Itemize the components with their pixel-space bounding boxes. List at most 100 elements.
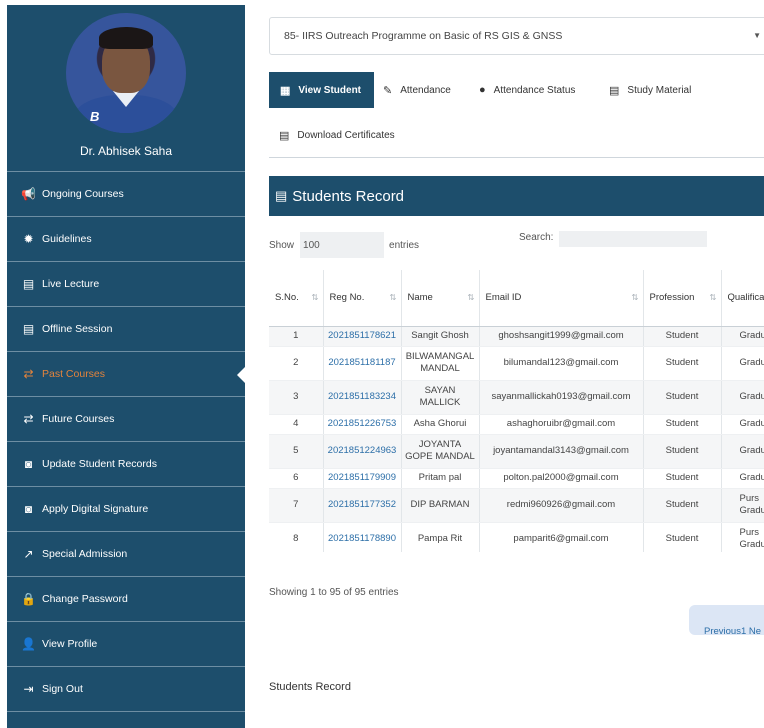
sidebar-item-label: Update Student Records xyxy=(42,458,157,470)
cell-profession: Student xyxy=(643,346,722,381)
column-header-email[interactable]: Email ID ⇅ xyxy=(479,270,644,327)
cell-regno[interactable]: 2021851178621 xyxy=(323,326,402,347)
search-input[interactable] xyxy=(559,231,707,247)
sidebar-item-update-student-records[interactable]: ◙ Update Student Records xyxy=(7,442,245,487)
cell-email: ghoshsangit1999@gmail.com xyxy=(479,326,644,347)
column-header-qualification[interactable]: Qualifica xyxy=(721,270,764,327)
sidebar-item-apply-digital-signature[interactable]: ◙ Apply Digital Signature xyxy=(7,487,245,532)
reg-no-link[interactable]: 2021851224963 xyxy=(328,445,397,456)
reg-no-link[interactable]: 2021851226753 xyxy=(328,418,397,429)
table-row[interactable]: 7 2021851177352 DIP BARMAN redmi960926@gmai… xyxy=(269,488,764,523)
tab-attendance-status[interactable]: ● Attendance Status xyxy=(479,72,575,108)
footer-text: Students Record xyxy=(269,681,351,693)
reg-no-link[interactable]: 2021851178621 xyxy=(328,330,396,341)
tab-label: Attendance Status xyxy=(493,84,576,96)
book-icon: ▤ xyxy=(609,84,620,97)
gear-icon: ✹ xyxy=(23,232,34,246)
column-header-regno[interactable]: Reg No. ⇅ xyxy=(323,270,402,327)
table-row[interactable]: 6 2021851179909 Pritam pal polton.pal2000@g… xyxy=(269,468,764,489)
cell-email: joyantamandal3143@gmail.com xyxy=(479,434,644,469)
cell-regno[interactable]: 2021851178890 xyxy=(323,522,402,557)
cell-profession: Student xyxy=(643,414,722,435)
records-header: ▤ Students Record xyxy=(269,176,764,216)
course-select[interactable]: 85- IIRS Outreach Programme on Basic of … xyxy=(269,17,764,55)
table-row[interactable]: 4 2021851226753 Asha Ghorui ashaghoruibr@gm… xyxy=(269,414,764,435)
chevron-down-icon[interactable]: ▼ xyxy=(753,31,761,40)
reg-no-link[interactable]: 2021851181187 xyxy=(328,357,395,368)
book-icon: ▤ xyxy=(279,129,290,142)
table-row[interactable]: 2 2021851181187 BILWAMANGAL MANDAL bilumand… xyxy=(269,346,764,381)
sidebar-item-label: Change Password xyxy=(42,593,128,605)
column-label: Name xyxy=(407,292,433,304)
cell-regno[interactable]: 2021851177352 xyxy=(323,488,402,523)
column-header-name[interactable]: Name ⇅ xyxy=(401,270,480,327)
sidebar-item-change-password[interactable]: 🔒 Change Password xyxy=(7,577,245,622)
cell-regno[interactable]: 2021851179909 xyxy=(323,468,402,489)
column-header-sno[interactable]: S.No. ⇅ xyxy=(269,270,324,327)
column-header-profession[interactable]: Profession ⇅ xyxy=(643,270,722,327)
sidebar-item-offline-session[interactable]: ▤ Offline Session xyxy=(7,307,245,352)
sidebar-item-view-profile[interactable]: 👤 View Profile xyxy=(7,622,245,667)
table-row[interactable]: 1 2021851178621 Sangit Ghosh ghoshsangit199… xyxy=(269,326,764,347)
pagination-links[interactable]: Previous1 Ne xyxy=(704,626,761,637)
main-content: 85- IIRS Outreach Programme on Basic of … xyxy=(269,0,764,728)
grid-icon: ▦ xyxy=(280,84,291,97)
cell-qualification: Purs Gradu xyxy=(721,522,764,557)
cell-sno: 8 xyxy=(269,522,324,557)
sidebar-item-ongoing-courses[interactable]: 📢 Ongoing Courses xyxy=(7,172,245,217)
cell-email: ashaghoruibr@gmail.com xyxy=(479,414,644,435)
show-entries-value: 100 xyxy=(303,239,320,251)
table-row[interactable]: 5 2021851224963 JOYANTA GOPE MANDAL joyanta… xyxy=(269,434,764,469)
tab-label: Study Material xyxy=(627,84,692,96)
tab-attendance[interactable]: ✎ Attendance xyxy=(383,72,451,108)
sort-icon: ⇅ xyxy=(631,292,639,302)
cell-regno[interactable]: 2021851183234 xyxy=(323,380,402,415)
table-row[interactable]: 3 2021851183234 SAYAN MALLICK sayanmallicka… xyxy=(269,380,764,415)
sidebar-item-label: Sign Out xyxy=(42,683,83,695)
sidebar-item-special-admission[interactable]: ↗ Special Admission xyxy=(7,532,245,577)
reg-no-link[interactable]: 2021851177352 xyxy=(328,499,396,510)
sidebar-item-live-lecture[interactable]: ▤ Live Lecture xyxy=(7,262,245,307)
avatar[interactable]: B xyxy=(66,13,186,133)
cell-qualification: Gradu xyxy=(721,380,764,415)
sort-icon: ⇅ xyxy=(467,292,475,302)
cell-regno[interactable]: 2021851226753 xyxy=(323,414,402,435)
search-label: Search: xyxy=(519,232,554,243)
user-card-icon: ◙ xyxy=(24,502,33,516)
sidebar-item-sign-out[interactable]: ⇥ Sign Out xyxy=(7,667,245,712)
cell-qualification: Purs Gradu xyxy=(721,488,764,523)
profile-panel: B Dr. Abhisek Saha xyxy=(7,5,245,172)
reg-no-link[interactable]: 2021851179909 xyxy=(328,472,396,483)
table-row[interactable]: 8 2021851178890 Pampa Rit pamparit6@gmail.c… xyxy=(269,522,764,557)
tab-view-student[interactable]: ▦ View Student xyxy=(269,72,374,108)
students-table: S.No. ⇅ Reg No. ⇅ Name ⇅ Email ID ⇅ Professi… xyxy=(269,270,764,557)
sort-icon: ⇅ xyxy=(709,292,717,302)
sidebar-item-future-courses[interactable]: ⇄ Future Courses xyxy=(7,397,245,442)
sidebar-item-past-courses[interactable]: ⇄ Past Courses xyxy=(7,352,246,397)
cell-name: SAYAN MALLICK xyxy=(401,380,480,415)
cell-regno[interactable]: 2021851224963 xyxy=(323,434,402,469)
cell-email: bilumandal123@gmail.com xyxy=(479,346,644,381)
length-control: Show 100 entries xyxy=(269,232,419,258)
book-icon: ▤ xyxy=(275,188,288,203)
reg-no-link[interactable]: 2021851183234 xyxy=(328,391,396,402)
column-label: Profession xyxy=(649,292,695,304)
cell-email: sayanmallickah0193@gmail.com xyxy=(479,380,644,415)
sidebar-item-guidelines[interactable]: ✹ Guidelines xyxy=(7,217,245,262)
sidebar-item-label: View Profile xyxy=(42,638,98,650)
sort-icon: ⇅ xyxy=(311,292,319,302)
tab-study-material[interactable]: ▤ Study Material xyxy=(609,72,691,108)
divider xyxy=(269,157,764,158)
show-entries-select[interactable]: 100 xyxy=(300,232,385,258)
reg-no-link[interactable]: 2021851178890 xyxy=(328,533,396,544)
tab-download-certificates[interactable]: ▤ Download Certificates xyxy=(279,117,395,153)
cell-profession: Student xyxy=(643,468,722,489)
cell-sno: 7 xyxy=(269,488,324,523)
column-label: Email ID xyxy=(485,292,522,304)
cell-qualification: Gradu xyxy=(721,326,764,347)
cell-profession: Student xyxy=(643,380,722,415)
sidebar-item-label: Ongoing Courses xyxy=(42,188,124,200)
sidebar-menu: 📢 Ongoing Courses ✹ Guidelines ▤ Live Lecture… xyxy=(7,172,246,712)
cell-qualification: Gradu xyxy=(721,414,764,435)
cell-regno[interactable]: 2021851181187 xyxy=(323,346,402,381)
